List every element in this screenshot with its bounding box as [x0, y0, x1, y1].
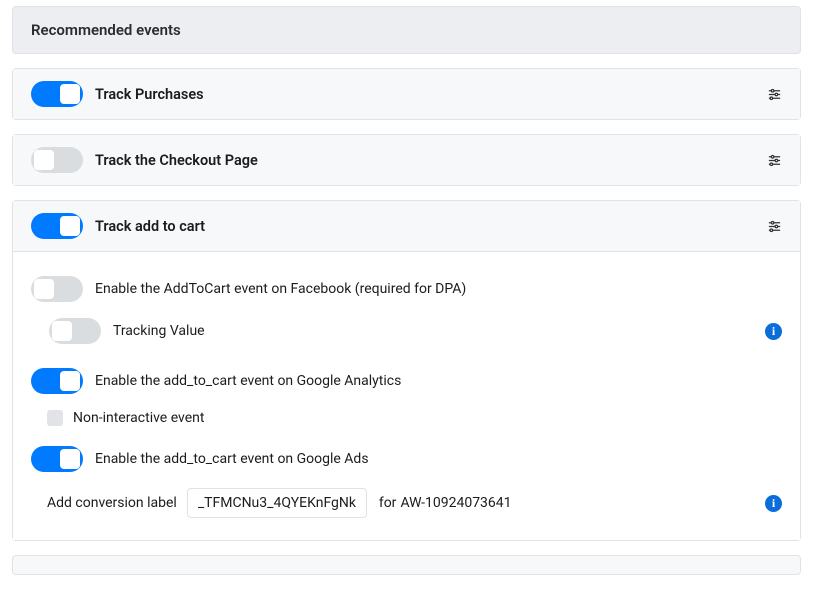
event-card-body: Enable the AddToCart event on Facebook (… [13, 251, 800, 540]
row-label: Tracking Value [113, 323, 205, 339]
event-label: Track the Checkout Page [95, 152, 258, 169]
event-card-next [12, 555, 801, 575]
conversion-label-input[interactable] [187, 488, 367, 518]
row-label: Enable the add_to_cart event on Google A… [95, 373, 401, 389]
row-non-interactive: Non-interactive event [31, 402, 782, 434]
toggle-google-ads-addtocart[interactable] [31, 446, 83, 472]
row-facebook-addtocart: Enable the AddToCart event on Facebook (… [31, 268, 782, 310]
section-title: Recommended events [31, 21, 181, 39]
event-card-checkout: Track the Checkout Page [12, 134, 801, 186]
row-google-ads-addtocart: Enable the add_to_cart event on Google A… [31, 438, 782, 480]
row-ga-addtocart: Enable the add_to_cart event on Google A… [31, 360, 782, 402]
row-tracking-value: Tracking Value [31, 310, 782, 352]
event-card-add-to-cart: Track add to cart Enable the AddToCart e… [12, 200, 801, 541]
toggle-checkout[interactable] [31, 147, 83, 173]
sliders-icon[interactable] [766, 86, 782, 102]
info-icon[interactable] [765, 323, 782, 340]
toggle-add-to-cart[interactable] [31, 213, 83, 239]
row-label: Non-interactive event [73, 410, 204, 426]
event-card-header: Track add to cart [13, 201, 800, 251]
event-card-header: Track Purchases [13, 69, 800, 119]
row-label: Enable the AddToCart event on Facebook (… [95, 281, 466, 297]
toggle-tracking-value[interactable] [49, 318, 101, 344]
sliders-icon[interactable] [766, 152, 782, 168]
info-icon[interactable] [765, 495, 782, 512]
row-label: Enable the add_to_cart event on Google A… [95, 451, 369, 467]
sliders-icon[interactable] [766, 218, 782, 234]
event-card-purchases: Track Purchases [12, 68, 801, 120]
toggle-ga-addtocart[interactable] [31, 368, 83, 394]
event-label: Track Purchases [95, 86, 204, 103]
conversion-for-prefix: for [379, 495, 397, 511]
toggle-purchases[interactable] [31, 81, 83, 107]
checkbox-non-interactive[interactable] [47, 410, 63, 426]
toggle-facebook-addtocart[interactable] [31, 276, 83, 302]
row-conversion-label: Add conversion label for AW-10924073641 [31, 480, 782, 522]
conversion-prefix: Add conversion label [47, 495, 177, 511]
conversion-account: AW-10924073641 [400, 495, 511, 511]
event-card-header: Track the Checkout Page [13, 135, 800, 185]
section-header: Recommended events [12, 6, 801, 54]
event-label: Track add to cart [95, 218, 205, 235]
